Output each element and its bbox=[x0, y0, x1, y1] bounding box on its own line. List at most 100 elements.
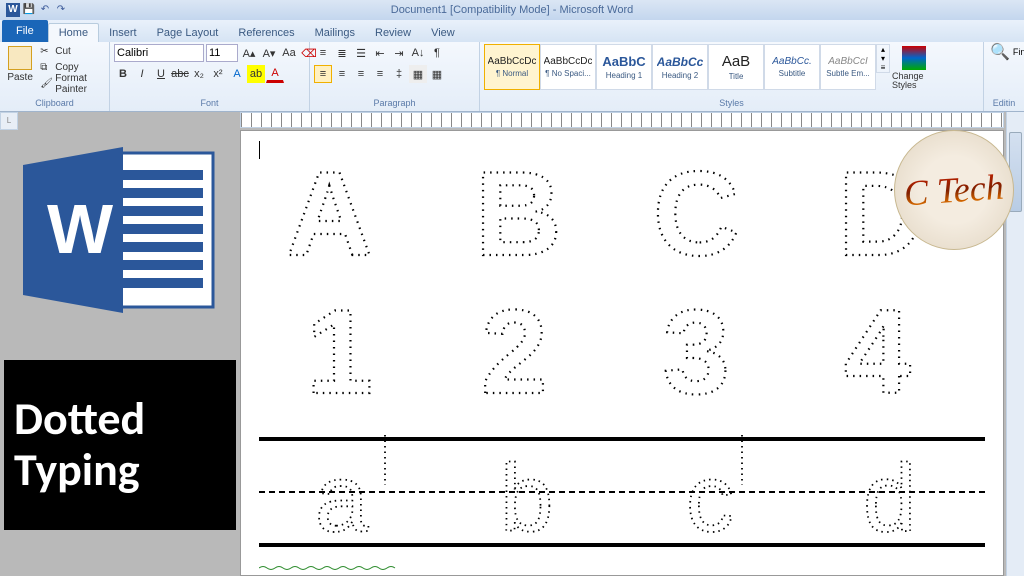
tab-references[interactable]: References bbox=[228, 24, 304, 42]
style-name: Heading 1 bbox=[606, 71, 642, 80]
svg-text:d: d bbox=[863, 445, 916, 543]
dotted-letter: A bbox=[270, 151, 430, 281]
font-color-button[interactable]: A bbox=[266, 65, 284, 83]
save-icon[interactable]: 💾 bbox=[22, 3, 36, 17]
style-normal[interactable]: AaBbCcDc ¶ Normal bbox=[484, 44, 540, 90]
channel-watermark: C Tech bbox=[894, 130, 1014, 250]
tab-mailings[interactable]: Mailings bbox=[305, 24, 365, 42]
highlight-button[interactable]: ab bbox=[247, 65, 265, 83]
paste-icon bbox=[8, 46, 32, 70]
style-subtle-emphasis[interactable]: AaBbCcISubtle Em... bbox=[820, 44, 876, 90]
superscript-button[interactable]: x² bbox=[209, 65, 227, 83]
tab-home[interactable]: Home bbox=[48, 23, 99, 42]
svg-text:2: 2 bbox=[481, 289, 548, 419]
style-subtitle[interactable]: AaBbCc.Subtitle bbox=[764, 44, 820, 90]
dotted-number: 1 bbox=[270, 289, 430, 419]
decrease-indent-button[interactable]: ⇤ bbox=[371, 44, 389, 62]
text-effects-button[interactable]: A bbox=[228, 65, 246, 83]
align-left-button[interactable]: ≡ bbox=[314, 65, 332, 83]
caption-line1: Dotted bbox=[14, 394, 226, 445]
font-family-combo[interactable] bbox=[114, 44, 204, 62]
format-painter-label: Format Painter bbox=[55, 73, 103, 95]
paste-label: Paste bbox=[7, 72, 33, 83]
row-numbers: 1 2 3 4 bbox=[259, 289, 985, 419]
align-right-button[interactable]: ≡ bbox=[352, 65, 370, 83]
style-preview: AaBbCcDc bbox=[488, 56, 537, 67]
style-preview: AaB bbox=[722, 53, 750, 70]
style-name: ¶ Normal bbox=[496, 69, 528, 78]
show-marks-button[interactable]: ¶ bbox=[428, 44, 446, 62]
change-styles-button[interactable]: Change Styles bbox=[890, 44, 938, 92]
bold-button[interactable]: B bbox=[114, 65, 132, 83]
paste-button[interactable]: Paste bbox=[4, 44, 36, 85]
caption-line2: Typing bbox=[14, 445, 226, 496]
style-name: Heading 2 bbox=[662, 71, 698, 80]
word-app-icon[interactable]: W bbox=[6, 3, 20, 17]
tab-page-layout[interactable]: Page Layout bbox=[147, 24, 229, 42]
styles-scroll[interactable]: ▴▾≡ bbox=[876, 44, 890, 73]
horizontal-ruler[interactable] bbox=[240, 112, 1004, 128]
change-styles-label: Change Styles bbox=[892, 72, 936, 90]
tab-review[interactable]: Review bbox=[365, 24, 421, 42]
grow-font-button[interactable]: A▴ bbox=[240, 44, 258, 62]
row-uppercase: A B C D bbox=[259, 151, 985, 281]
svg-text:W: W bbox=[47, 190, 113, 268]
dotted-letter: C bbox=[633, 151, 793, 281]
word-logo-overlay: W bbox=[8, 130, 228, 330]
ribbon-tabs: File Home Insert Page Layout References … bbox=[0, 20, 1024, 42]
format-painter-button[interactable]: 🖌Format Painter bbox=[38, 76, 105, 91]
italic-button[interactable]: I bbox=[133, 65, 151, 83]
shrink-font-button[interactable]: A▾ bbox=[260, 44, 278, 62]
bullets-button[interactable]: ≡ bbox=[314, 44, 332, 62]
numbering-button[interactable]: ≣ bbox=[333, 44, 351, 62]
font-size-combo[interactable] bbox=[206, 44, 238, 62]
strikethrough-button[interactable]: abc bbox=[171, 65, 189, 83]
dotted-lowercase: b bbox=[456, 435, 606, 543]
svg-text:1: 1 bbox=[306, 289, 373, 419]
style-preview: AaBbCcDc bbox=[544, 56, 593, 67]
align-center-button[interactable]: ≡ bbox=[333, 65, 351, 83]
multilevel-list-button[interactable]: ☰ bbox=[352, 44, 370, 62]
group-styles: AaBbCcDc ¶ Normal AaBbCcDc¶ No Spaci... A… bbox=[480, 42, 984, 111]
quick-access-toolbar: W 💾 ↶ ↷ bbox=[0, 3, 68, 17]
file-tab[interactable]: File bbox=[2, 20, 48, 42]
sort-button[interactable]: A↓ bbox=[409, 44, 427, 62]
svg-text:b: b bbox=[500, 445, 553, 543]
cut-button[interactable]: ✂Cut bbox=[38, 44, 105, 59]
dotted-letter: B bbox=[451, 151, 611, 281]
group-editing: 🔍Find Editin bbox=[984, 42, 1024, 111]
style-heading-1[interactable]: AaBbCHeading 1 bbox=[596, 44, 652, 90]
line-spacing-button[interactable]: ‡ bbox=[390, 65, 408, 83]
svg-text:c: c bbox=[686, 445, 734, 543]
svg-text:A: A bbox=[286, 151, 373, 281]
shading-button[interactable]: ▦ bbox=[409, 65, 427, 83]
watermark-text: C Tech bbox=[903, 170, 1005, 209]
find-label: Find bbox=[1013, 47, 1024, 57]
style-title[interactable]: AaBTitle bbox=[708, 44, 764, 90]
tab-insert[interactable]: Insert bbox=[99, 24, 147, 42]
ruler-corner[interactable]: L bbox=[0, 112, 18, 130]
find-icon: 🔍 bbox=[990, 42, 1010, 62]
find-button[interactable]: 🔍Find bbox=[988, 44, 1024, 59]
redo-icon[interactable]: ↷ bbox=[54, 3, 68, 17]
paragraph-group-label: Paragraph bbox=[314, 97, 475, 109]
borders-button[interactable]: ▦ bbox=[428, 65, 446, 83]
style-preview: AaBbCc bbox=[657, 55, 704, 69]
undo-icon[interactable]: ↶ bbox=[38, 3, 52, 17]
justify-button[interactable]: ≡ bbox=[371, 65, 389, 83]
spelling-squiggle bbox=[259, 565, 399, 571]
underline-button[interactable]: U bbox=[152, 65, 170, 83]
group-font: A▴ A▾ Aa ⌫ B I U abc x₂ x² A ab A Font bbox=[110, 42, 310, 111]
change-styles-icon bbox=[902, 46, 926, 70]
style-heading-2[interactable]: AaBbCc Heading 2 bbox=[652, 44, 708, 90]
tab-view[interactable]: View bbox=[421, 24, 465, 42]
increase-indent-button[interactable]: ⇥ bbox=[390, 44, 408, 62]
dotted-lowercase: a bbox=[275, 435, 425, 543]
editing-group-label: Editin bbox=[988, 97, 1020, 109]
ribbon: Paste ✂Cut ⧉Copy 🖌Format Painter Clipboa… bbox=[0, 42, 1024, 112]
subscript-button[interactable]: x₂ bbox=[190, 65, 208, 83]
svg-text:4: 4 bbox=[844, 289, 911, 419]
style-no-spacing[interactable]: AaBbCcDc¶ No Spaci... bbox=[540, 44, 596, 90]
document-page[interactable]: A B C D 1 2 3 4 a b c d bbox=[240, 130, 1004, 576]
change-case-button[interactable]: Aa bbox=[280, 44, 298, 62]
